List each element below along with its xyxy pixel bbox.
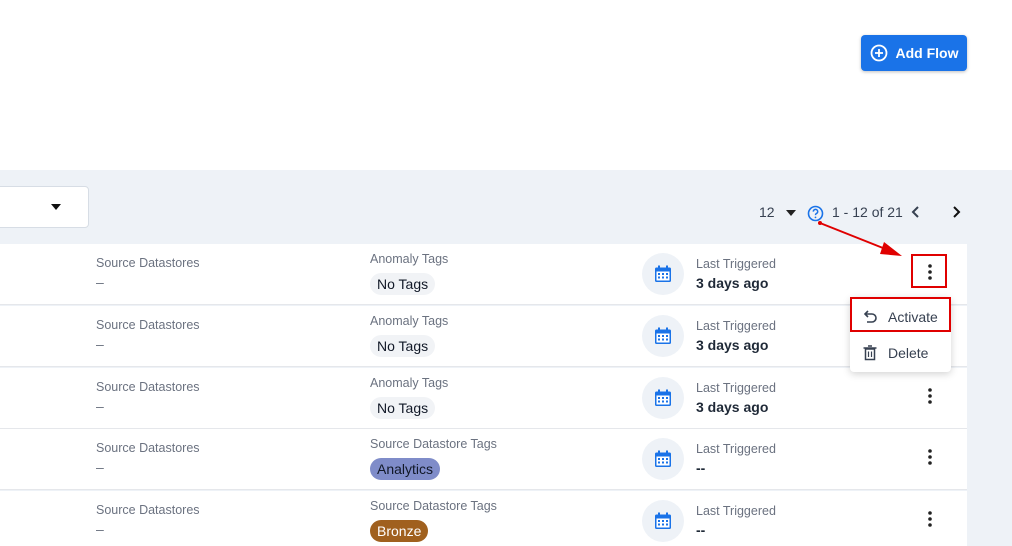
tag-badge: No Tags [370,397,436,419]
table-row[interactable]: Source Datastores – Anomaly Tags No Tags Las… [0,306,967,367]
per-page-select[interactable]: 12 [759,204,775,220]
add-flow-button[interactable]: Add Flow [861,35,967,71]
table-row[interactable]: Source Datastores – Source Datastore Tags B… [0,491,967,546]
tags-label: Anomaly Tags [370,314,449,328]
last-triggered-label: Last Triggered [696,257,776,271]
table-row[interactable]: Source Datastores – Anomaly Tags No Tags Las… [0,244,967,305]
source-datastores-label: Source Datastores [96,318,200,332]
activate-highlight-box [850,297,951,332]
source-datastores-value: – [96,336,104,352]
calendar-icon [642,377,684,419]
source-datastores-label: Source Datastores [96,441,200,455]
tag-badge: Analytics [370,458,441,480]
kebab-menu-icon[interactable] [920,385,940,407]
tag-badge: No Tags [370,273,436,295]
filter-dropdown[interactable] [0,186,89,228]
table-row[interactable]: Source Datastores – Source Datastore Tags A… [0,429,967,490]
tags-label: Source Datastore Tags [370,437,497,451]
source-datastores-value: – [96,459,104,475]
last-triggered-value: 3 days ago [696,399,769,415]
last-triggered-label: Last Triggered [696,381,776,395]
source-datastores-label: Source Datastores [96,256,200,270]
calendar-icon [642,315,684,357]
calendar-icon [642,500,684,542]
table-row[interactable]: Source Datastores – Anomaly Tags No Tags Las… [0,368,967,429]
question-circle-icon[interactable] [807,205,824,222]
source-datastores-value: – [96,274,104,290]
source-datastores-label: Source Datastores [96,503,200,517]
kebab-menu-icon[interactable] [920,508,940,530]
tag-badge: Bronze [370,520,429,542]
last-triggered-label: Last Triggered [696,319,776,333]
pagination-range: 1 - 12 of 21 [832,204,903,220]
source-datastores-value: – [96,521,104,537]
tags-label: Anomaly Tags [370,252,449,266]
calendar-icon [642,438,684,480]
last-triggered-label: Last Triggered [696,442,776,456]
kebab-highlight-box [911,254,947,288]
add-flow-label: Add Flow [895,45,959,61]
source-datastores-value: – [96,398,104,414]
delete-label: Delete [888,345,929,361]
plus-circle-icon [870,44,888,62]
delete-menu-item[interactable]: Delete [850,336,951,370]
tags-label: Source Datastore Tags [370,499,497,513]
tag-badge: No Tags [370,335,436,357]
caret-down-icon[interactable] [786,210,796,216]
last-triggered-label: Last Triggered [696,504,776,518]
last-triggered-value: 3 days ago [696,337,769,353]
chevron-right-icon[interactable] [949,204,963,220]
calendar-icon [642,253,684,295]
chevron-down-icon [51,204,61,210]
last-triggered-value: -- [696,522,706,538]
source-datastores-label: Source Datastores [96,380,200,394]
last-triggered-value: -- [696,460,706,476]
chevron-left-icon[interactable] [909,204,923,220]
kebab-menu-icon[interactable] [920,446,940,468]
tags-label: Anomaly Tags [370,376,449,390]
page-header-area: Add Flow [0,0,1012,170]
trash-icon [862,345,878,361]
last-triggered-value: 3 days ago [696,275,769,291]
